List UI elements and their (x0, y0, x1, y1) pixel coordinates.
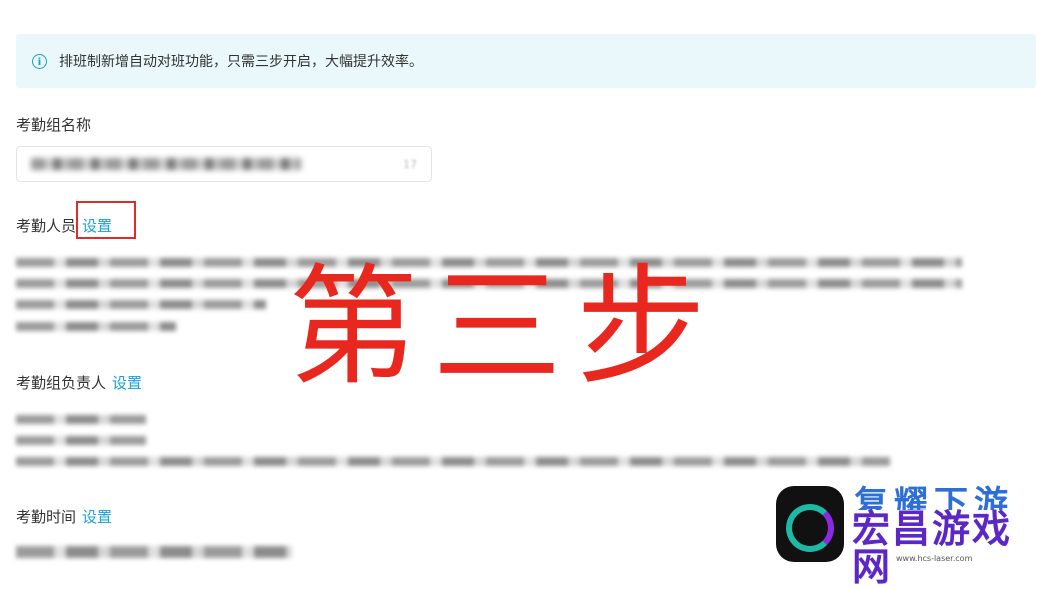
char-count: 17 (403, 157, 417, 171)
owner-settings-link[interactable]: 设置 (112, 374, 142, 392)
time-label: 考勤时间 (16, 508, 77, 526)
watermark: 复耀下游 宏昌游戏网 www.hcs-laser.com (776, 484, 1034, 586)
group-name-input[interactable]: 17 (16, 146, 432, 182)
step-overlay-text: 第三步 (288, 251, 721, 403)
time-settings-link[interactable]: 设置 (82, 508, 112, 526)
watermark-title: 宏昌游戏网 (852, 507, 1013, 589)
watermark-logo-icon (776, 486, 844, 562)
time-value-line (16, 546, 292, 558)
owner-list-line (16, 457, 890, 466)
owner-row: 考勤组负责人 设置 (16, 372, 142, 393)
members-list-line (16, 300, 266, 309)
watermark-logo-ring (786, 504, 834, 552)
owner-list-line (16, 436, 146, 445)
info-banner: i 排班制新增自动对班功能，只需三步开启，大幅提升效率。 (16, 34, 1036, 88)
group-name-value (31, 158, 301, 170)
highlight-box (76, 201, 136, 239)
info-icon: i (32, 53, 47, 69)
banner-text: 排班制新增自动对班功能，只需三步开启，大幅提升效率。 (59, 54, 423, 70)
members-label: 考勤人员 (16, 217, 77, 235)
owner-label: 考勤组负责人 (16, 374, 107, 392)
members-list-line (16, 322, 176, 331)
group-name-label: 考勤组名称 (16, 116, 92, 134)
watermark-url: www.hcs-laser.com (896, 554, 973, 563)
time-row: 考勤时间 设置 (16, 506, 112, 527)
owner-list-line (16, 415, 146, 424)
